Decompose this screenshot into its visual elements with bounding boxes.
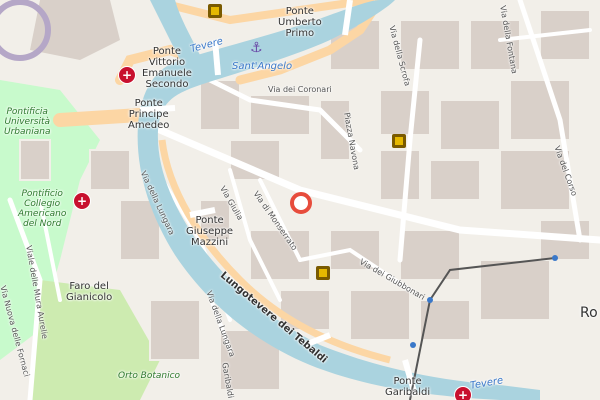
block-northwest [30,0,120,60]
label-ponte-umberto-primo: Ponte Umberto Primo [278,6,322,39]
label-faro: Faro del Gianicolo [66,281,113,303]
map-canvas[interactable]: + + + ⚓ Ponte Umberto Primo Ponte Vittor… [0,0,600,400]
label-ponte-vittorio: Ponte Vittorio Emanuele Secondo [142,46,192,90]
label-orto-botanico: Orto Botanico [118,371,181,381]
label-ponte-principe: Ponte Principe Amedeo [128,98,170,131]
tram-stop [427,297,433,303]
label-pontificia: Pontificia Università Urbaniana [4,107,51,137]
monument-icon[interactable] [392,134,406,148]
hospital-icon[interactable]: + [454,386,472,400]
monument-icon[interactable] [316,266,330,280]
hospital-icon[interactable]: + [118,66,136,84]
tram-stop [410,342,416,348]
anchor-icon[interactable]: ⚓ [250,40,263,56]
hospital-icon[interactable]: + [73,192,91,210]
label-sant-angelo: Sant'Angelo [232,61,293,72]
tram-stop [552,255,558,261]
label-ponte-garibaldi: Ponte Garibaldi [385,376,431,398]
label-roma-edge: Ro [580,305,598,321]
label-ponte-mazzini: Ponte Giuseppe Mazzini [186,215,234,248]
monument-icon[interactable] [208,4,222,18]
label-via-coronari: Via dei Coronari [268,85,332,94]
location-marker[interactable] [290,192,312,214]
label-pontificio: Pontificio Collegio Americano del Nord [18,189,67,229]
